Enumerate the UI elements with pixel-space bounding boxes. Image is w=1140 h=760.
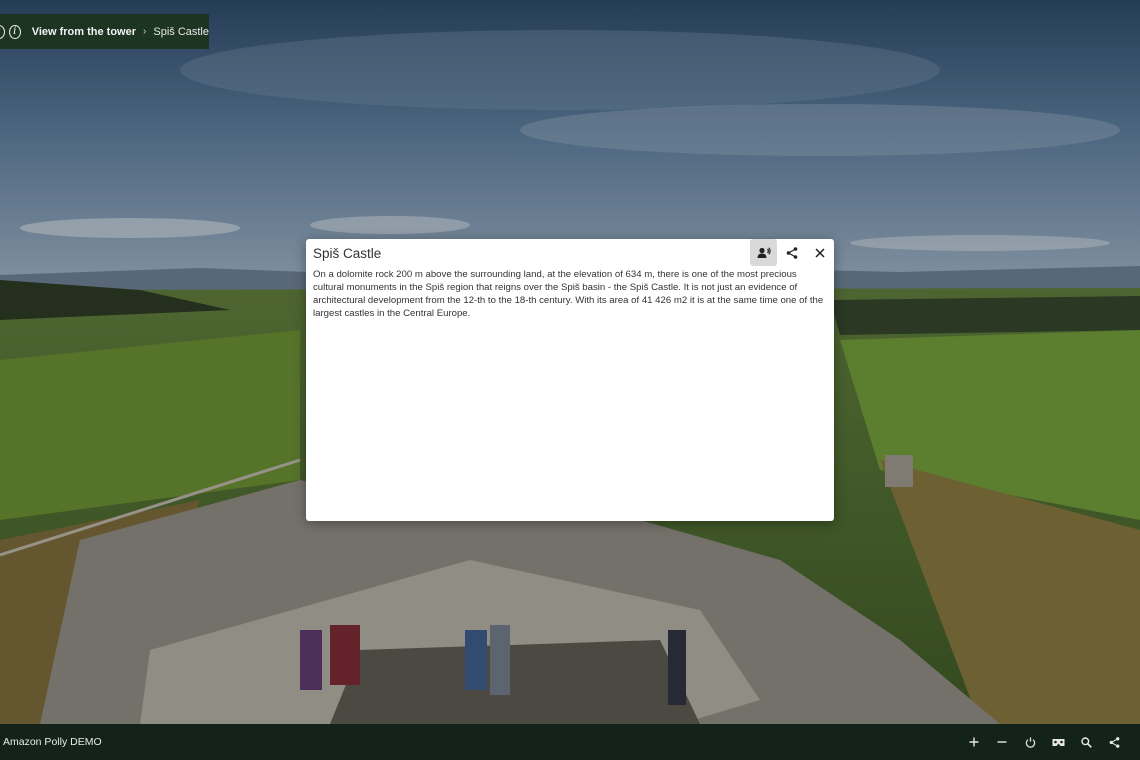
breadcrumb-parent[interactable]: View from the tower bbox=[32, 26, 136, 38]
breadcrumb-current: Spiš Castle bbox=[153, 25, 209, 38]
zoom-in-button[interactable] bbox=[960, 724, 988, 760]
close-icon bbox=[814, 247, 825, 258]
breadcrumb-separator: › bbox=[143, 26, 147, 37]
zoom-out-icon bbox=[997, 741, 1007, 743]
back-icon[interactable]: ‹ bbox=[0, 24, 5, 39]
breadcrumb: ‹ i View from the tower › Spiš Castle bbox=[0, 14, 209, 49]
share-button[interactable] bbox=[778, 239, 805, 266]
info-icon[interactable]: i bbox=[8, 24, 21, 39]
zoom-in-icon bbox=[969, 737, 979, 747]
zoom-out-button[interactable] bbox=[988, 724, 1016, 760]
close-button[interactable] bbox=[806, 239, 833, 266]
vr-button[interactable] bbox=[1044, 724, 1072, 760]
share-icon bbox=[1109, 736, 1119, 748]
toolbar bbox=[960, 724, 1128, 760]
search-button[interactable] bbox=[1072, 724, 1100, 760]
tour-title: Amazon Polly DEMO bbox=[3, 736, 102, 748]
share-tool-button[interactable] bbox=[1100, 724, 1128, 760]
autorotate-icon bbox=[1025, 736, 1035, 748]
popup-description: On a dolomite rock 200 m above the surro… bbox=[313, 269, 824, 319]
speak-button[interactable] bbox=[750, 239, 777, 266]
popup-title: Spiš Castle bbox=[313, 246, 382, 261]
info-popup: Spiš Castle On a dolomite rock 200 m abo… bbox=[306, 239, 834, 521]
bottom-bar: Amazon Polly DEMO bbox=[0, 724, 1140, 760]
speak-icon bbox=[757, 246, 771, 258]
autorotate-button[interactable] bbox=[1016, 724, 1044, 760]
search-icon bbox=[1080, 736, 1092, 748]
vr-icon bbox=[1052, 738, 1064, 746]
share-icon bbox=[786, 246, 797, 259]
